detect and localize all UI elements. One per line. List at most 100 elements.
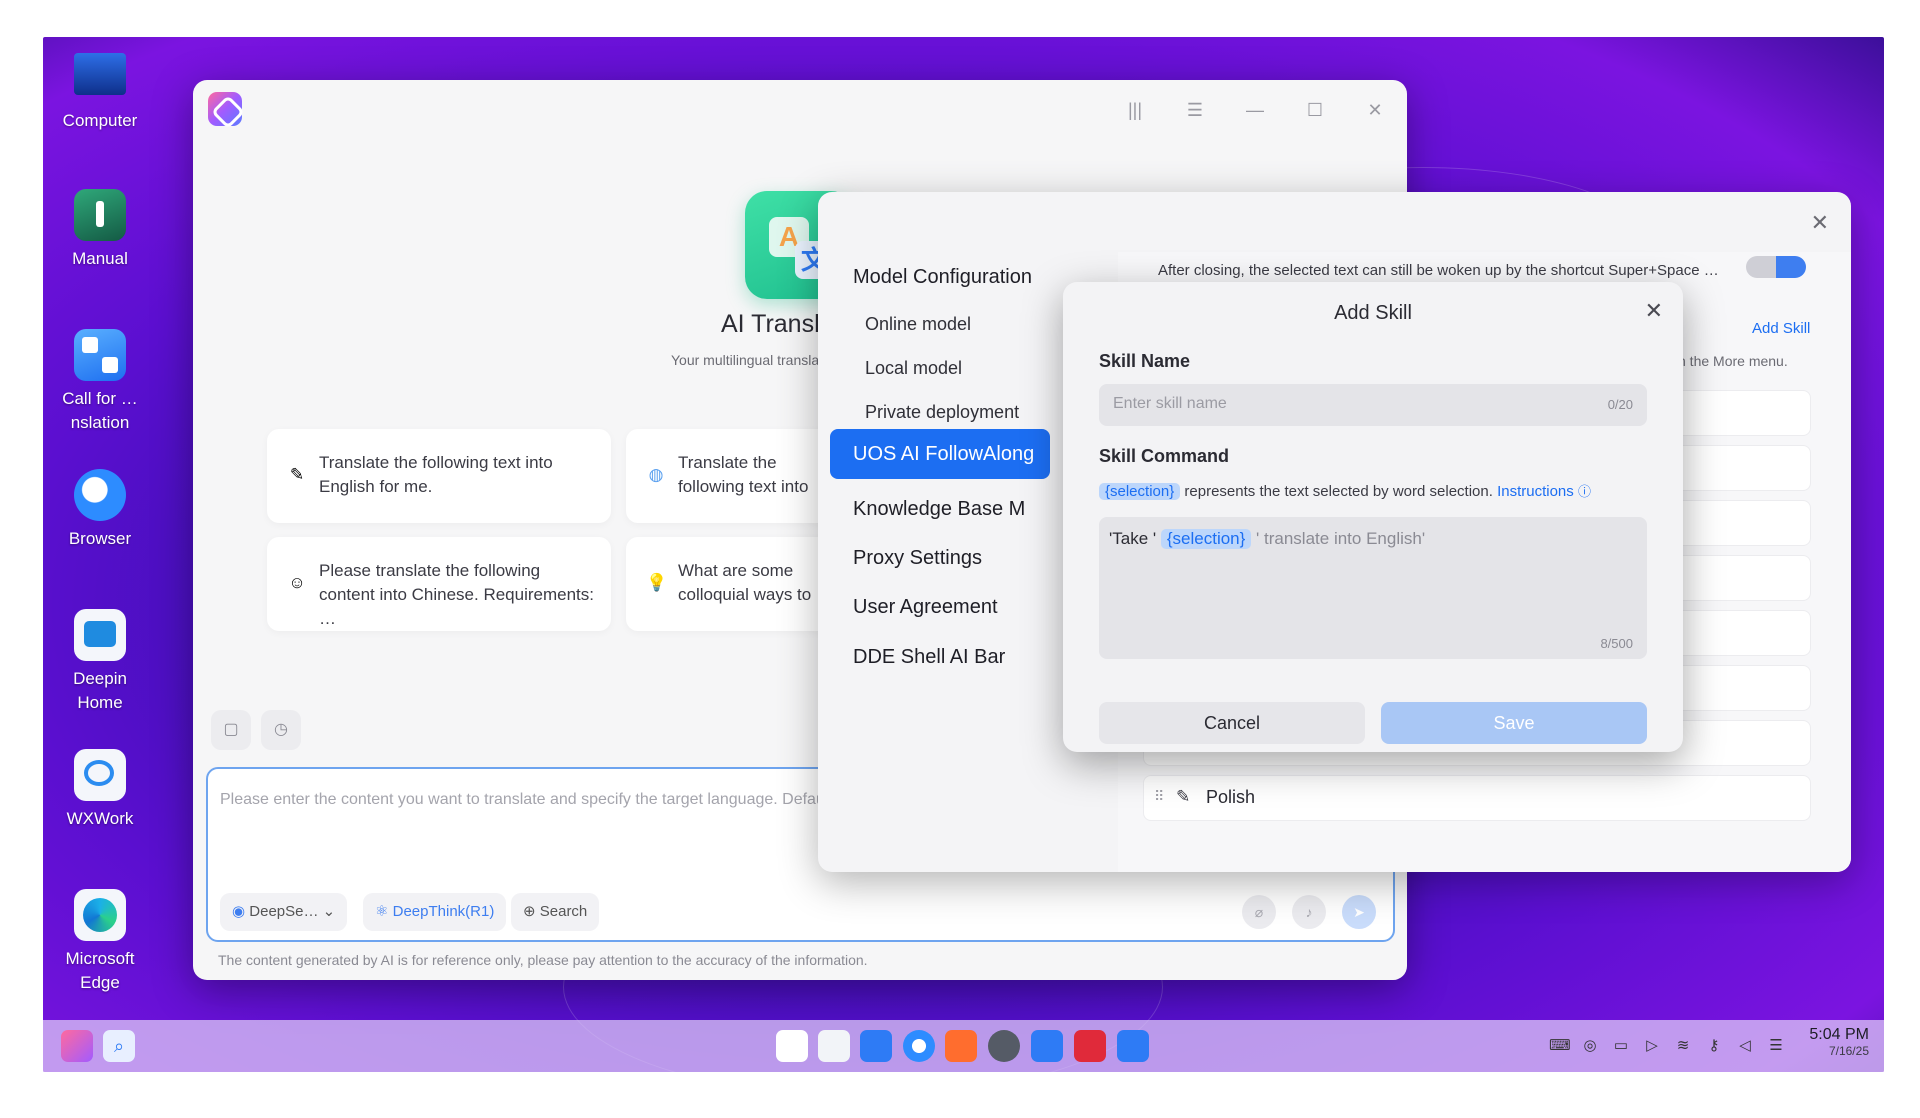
new-chat-icon[interactable]: ▢: [211, 710, 251, 750]
app-store-icon[interactable]: [945, 1030, 977, 1062]
chevron-down-icon: ⌄: [318, 903, 336, 920]
key-icon[interactable]: ⚷: [1704, 1036, 1724, 1056]
followalong-toggle[interactable]: [1746, 256, 1806, 278]
nav-proxy-settings[interactable]: Proxy Settings: [853, 547, 982, 570]
attach-icon[interactable]: ⌀: [1242, 895, 1276, 929]
command-counter: 8/500: [1600, 636, 1633, 651]
ai-tray-icon[interactable]: ◎: [1580, 1036, 1600, 1056]
history-icon[interactable]: ◷: [261, 710, 301, 750]
media-icon[interactable]: ▷: [1642, 1036, 1662, 1056]
wifi-icon[interactable]: ≋: [1673, 1036, 1693, 1056]
skill-name-label: Skill Name: [1099, 351, 1191, 371]
nav-model-configuration[interactable]: Model Configuration: [853, 266, 1032, 289]
desktop-icon-label: WXWork: [66, 809, 134, 828]
uos-ai-taskbar-icon[interactable]: [61, 1030, 93, 1062]
nav-local-model[interactable]: Local model: [865, 358, 962, 379]
nav-user-agreement[interactable]: User Agreement: [853, 596, 998, 619]
minimize-icon[interactable]: —: [1243, 98, 1267, 122]
drag-handle-icon[interactable]: ⠿: [1154, 788, 1164, 805]
desktop-icon-call-for-translation[interactable]: Call for …nslation: [50, 329, 150, 435]
window-close-icon[interactable]: ✕: [1363, 98, 1387, 122]
microphone-icon[interactable]: ♪: [1292, 895, 1326, 929]
translation-taskbar-icon[interactable]: [1117, 1030, 1149, 1062]
multitasking-icon[interactable]: [818, 1030, 850, 1062]
desktop-icon-wxwork[interactable]: WXWork: [50, 749, 150, 831]
prompt-card[interactable]: ☺ Please translate the following content…: [267, 537, 611, 631]
microsoft-edge-icon: [74, 889, 126, 941]
notification-icon[interactable]: ☰: [1766, 1036, 1786, 1056]
prompt-text: Please translate the following content i…: [319, 561, 594, 628]
skill-command-hint: {selection} represents the text selected…: [1099, 481, 1591, 500]
keyboard-icon[interactable]: ⌨: [1549, 1036, 1571, 1056]
desktop-icon-deepin-home[interactable]: Deepin Home: [50, 609, 150, 715]
battery-icon[interactable]: ▭: [1611, 1036, 1631, 1056]
manual-icon: [74, 189, 126, 241]
selection-token: {selection}: [1160, 529, 1252, 549]
add-skill-link[interactable]: Add Skill: [1752, 320, 1810, 337]
deepin-home-icon: [74, 609, 126, 661]
command-text: 'Take ' {selection} ' translate into Eng…: [1109, 529, 1425, 549]
globe-icon: ⊕: [523, 903, 540, 920]
more-menu-note: n the More menu.: [1678, 353, 1788, 369]
desktop-icon-computer[interactable]: Computer: [50, 49, 150, 133]
browser-taskbar-icon[interactable]: [903, 1030, 935, 1062]
command-suffix: ' translate into English': [1256, 529, 1426, 548]
maximize-icon[interactable]: ☐: [1303, 98, 1327, 122]
launcher-icon[interactable]: [776, 1030, 808, 1062]
prompt-text: Translate the following text into Englis…: [319, 453, 553, 496]
send-icon[interactable]: ➤: [1342, 895, 1376, 929]
settings-close-icon[interactable]: ✕: [1811, 210, 1829, 236]
desktop-icon-microsoft-edge[interactable]: Microsoft Edge: [50, 889, 150, 995]
desktop-icon-label: Microsoft Edge: [65, 949, 135, 992]
search-icon[interactable]: ⌕: [103, 1030, 135, 1062]
model-label: DeepSe…: [249, 903, 319, 920]
voice-wave-icon[interactable]: |||: [1123, 98, 1147, 122]
volume-muted-icon[interactable]: ◁: [1735, 1036, 1755, 1056]
cancel-button[interactable]: Cancel: [1099, 702, 1365, 744]
desktop-icon-label: Manual: [72, 249, 128, 268]
instructions-link[interactable]: Instructions: [1497, 483, 1574, 500]
desktop-icon-manual[interactable]: Manual: [50, 189, 150, 271]
search-toggle[interactable]: ⊕ Search: [511, 893, 600, 931]
computer-icon: [74, 53, 126, 95]
nav-online-model[interactable]: Online model: [865, 314, 971, 335]
taskbar: ⌕ ⌨ ◎ ▭ ▷ ≋ ⚷ ◁ ☰ 5:04 PM 7/16/25: [43, 1020, 1884, 1072]
menu-icon[interactable]: ☰: [1183, 98, 1207, 122]
nav-private-deployment[interactable]: Private deployment: [865, 402, 1019, 423]
skill-name-input[interactable]: Enter skill name 0/20: [1099, 384, 1647, 426]
magic-wand-icon: ✎: [1176, 787, 1191, 806]
save-button[interactable]: Save: [1381, 702, 1647, 744]
clock-date: 7/16/25: [1828, 1044, 1869, 1058]
clock[interactable]: 5:04 PM 7/16/25: [1797, 1026, 1869, 1058]
input-placeholder: Please enter the content you want to tra…: [220, 791, 833, 808]
nav-followalong[interactable]: UOS AI FollowAlong: [830, 429, 1050, 479]
wxwork-taskbar-icon[interactable]: [1031, 1030, 1063, 1062]
nav-dde-shell[interactable]: DDE Shell AI Bar: [853, 646, 1005, 669]
skill-command-input[interactable]: 'Take ' {selection} ' translate into Eng…: [1099, 517, 1647, 659]
app-subtitle: Your multilingual translatio: [671, 352, 834, 368]
wxwork-icon: [74, 749, 126, 801]
help-icon[interactable]: ⓘ: [1578, 484, 1591, 499]
desktop-icon-label: Deepin Home: [73, 669, 127, 712]
file-manager-icon[interactable]: [860, 1030, 892, 1062]
closing-note: After closing, the selected text can sti…: [1158, 262, 1719, 279]
desktop-icon-label: Call for …nslation: [62, 389, 138, 432]
atom-icon: ⚛: [375, 903, 393, 920]
hint-text: represents the text selected by word sel…: [1184, 483, 1493, 500]
skill-command-label: Skill Command: [1099, 446, 1230, 466]
desktop-icon-browser[interactable]: Browser: [50, 469, 150, 551]
settings-gear-icon[interactable]: [988, 1030, 1020, 1062]
prompt-card[interactable]: ✎ Translate the following text into Engl…: [267, 429, 611, 523]
model-selector[interactable]: ◉ DeepSe… ⌄: [220, 893, 348, 931]
globe-icon: ◍: [648, 465, 664, 484]
deepthink-toggle[interactable]: ⚛ DeepThink(R1): [363, 893, 507, 931]
terminal-icon[interactable]: [1074, 1030, 1106, 1062]
close-icon[interactable]: ✕: [1645, 298, 1663, 324]
call-for-translation-icon: [74, 329, 126, 381]
deepseek-icon: ◉: [232, 903, 250, 920]
deepthink-label: DeepThink(R1): [392, 903, 495, 920]
add-skill-title: Add Skill: [1334, 302, 1412, 324]
skill-row-polish[interactable]: ⠿ ✎ Polish: [1143, 775, 1811, 821]
nav-knowledge-base[interactable]: Knowledge Base M: [853, 498, 1025, 521]
desktop-icon-label: Browser: [68, 529, 132, 548]
